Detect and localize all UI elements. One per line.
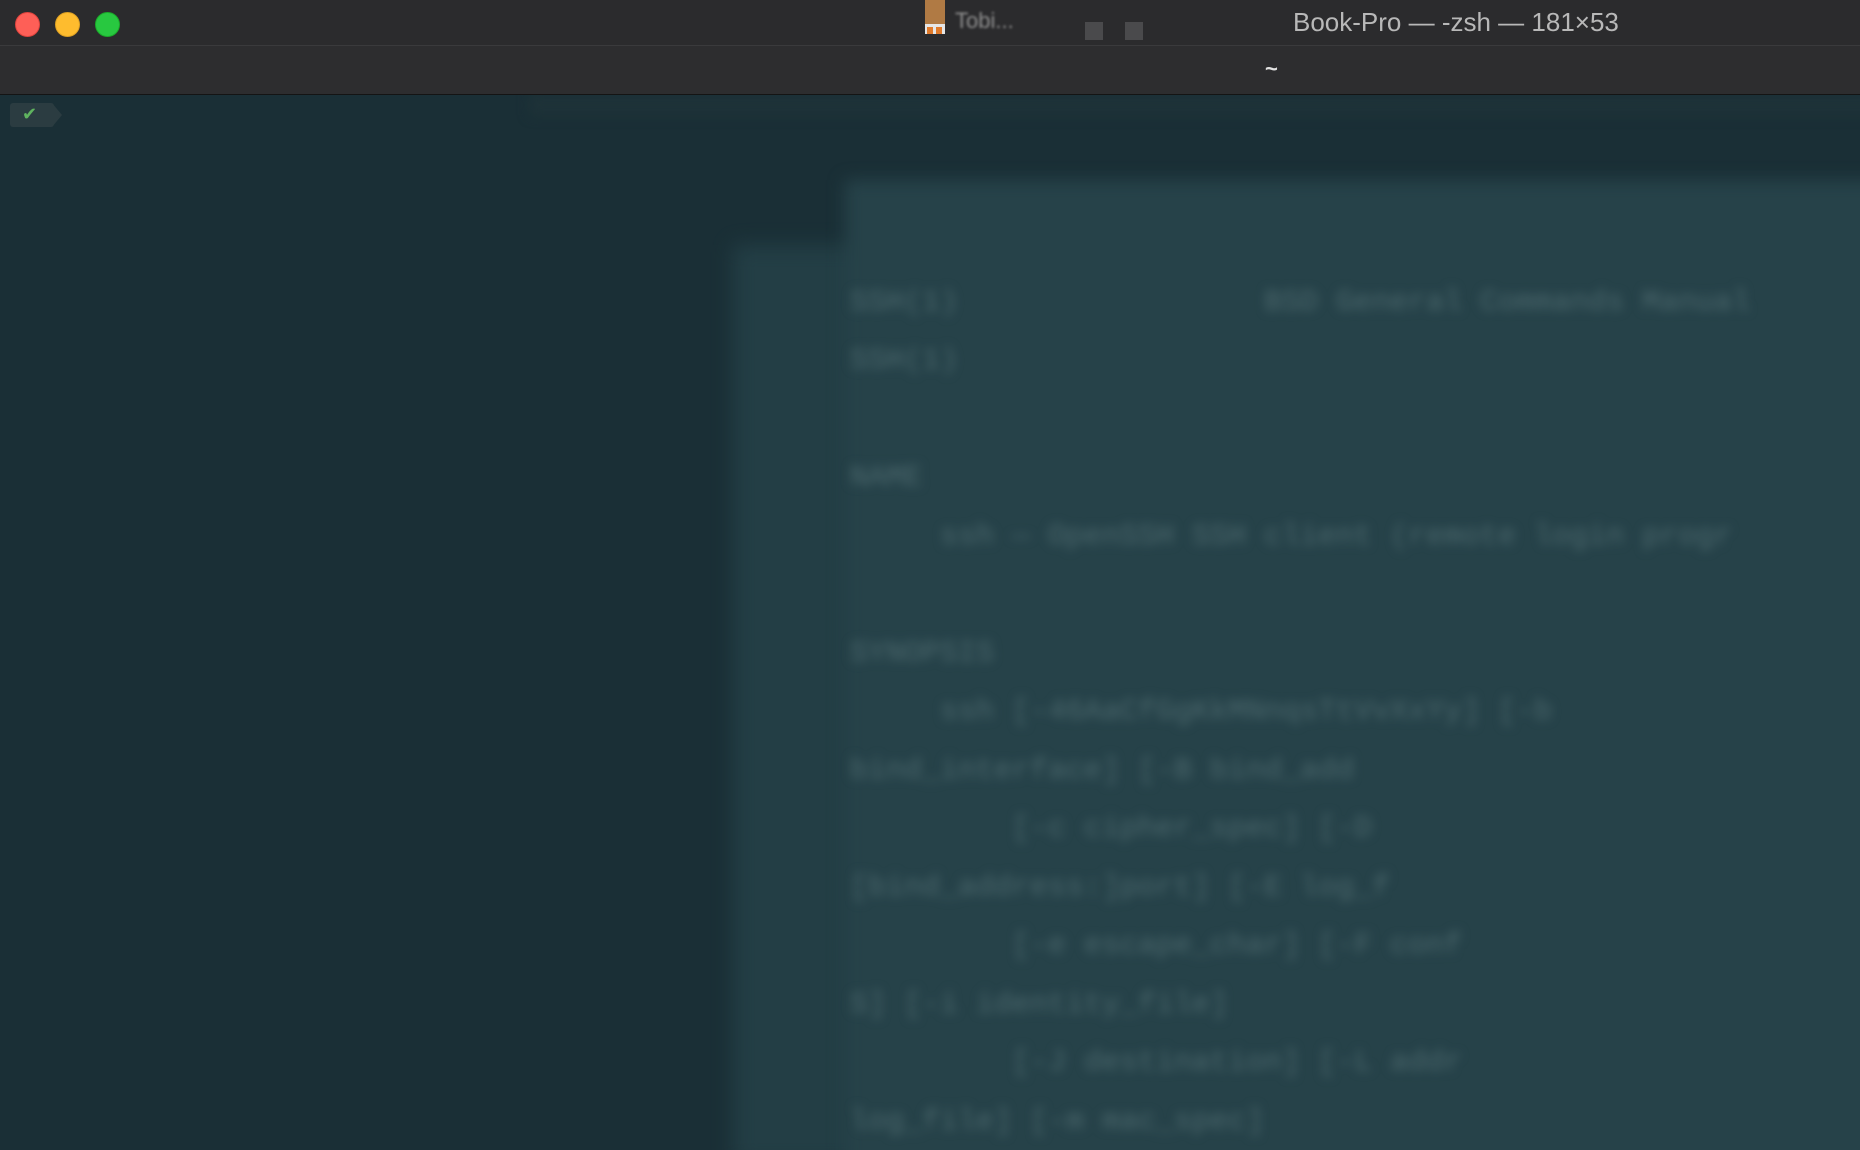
terminal-window: Tobi... Book-Pro — -zsh — 181×53 ~ SSH(1… (0, 0, 1860, 1150)
ghost-square-icon (1125, 22, 1143, 40)
ghost-square-icon (1085, 22, 1103, 40)
background-app-icon (925, 0, 945, 36)
zoom-button[interactable] (95, 12, 120, 37)
check-icon: ✔ (22, 104, 38, 125)
blurred-overlay (530, 95, 1860, 115)
window-title: Book-Pro — -zsh — 181×53 (1293, 7, 1619, 37)
tab-bar: ~ (0, 46, 1860, 95)
close-button[interactable] (15, 12, 40, 37)
background-window-label: Tobi... (955, 8, 1014, 30)
terminal-body[interactable]: SSH(1) BSD General Commands Manual SSH(1… (0, 95, 1860, 1150)
title-bar[interactable]: Tobi... Book-Pro — -zsh — 181×53 (0, 0, 1860, 46)
minimize-button[interactable] (55, 12, 80, 37)
blurred-man-page-text: SSH(1) BSD General Commands Manual SSH(1… (850, 285, 1751, 1139)
prompt-arrow (52, 103, 62, 127)
tab-home[interactable]: ~ (1265, 56, 1278, 82)
